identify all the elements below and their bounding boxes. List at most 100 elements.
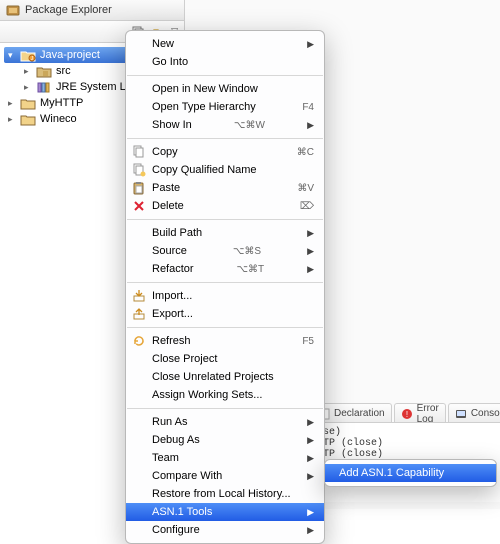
menu-item-label: Close Project — [152, 353, 217, 365]
package-explorer-icon — [6, 4, 20, 16]
submenu-arrow-icon: ▶ — [295, 507, 314, 518]
twisty-closed-icon[interactable]: ▸ — [24, 82, 34, 93]
menu-item-copy[interactable]: Copy⌘C — [126, 143, 324, 161]
tree-item-label: MyHTTP — [40, 97, 83, 109]
submenu-arrow-icon: ▶ — [295, 228, 314, 239]
menu-item-shortcut: F4 — [290, 102, 314, 113]
menu-item-shortcut: ⌦ — [288, 201, 314, 212]
submenu-item-add-asn-1-capability[interactable]: Add ASN.1 Capability — [325, 464, 496, 482]
tree-item-label: src — [56, 65, 71, 77]
tab-label: Conso — [471, 408, 500, 419]
menu-item-shortcut: ⌥⌘T — [225, 264, 265, 275]
console-icon — [455, 408, 467, 420]
delete-icon — [132, 199, 146, 213]
menu-item-show-in[interactable]: Show In⌥⌘W▶ — [126, 116, 324, 134]
tab-label: Declaration — [334, 408, 385, 419]
menu-item-shortcut: ⌥⌘W — [222, 120, 265, 131]
menu-item-asn-1-tools[interactable]: ASN.1 Tools ▶ — [126, 503, 324, 521]
menu-item-label: Refactor — [152, 263, 194, 275]
twisty-closed-icon[interactable]: ▸ — [8, 98, 18, 109]
menu-separator — [127, 138, 323, 139]
menu-item-paste[interactable]: Paste⌘V — [126, 179, 324, 197]
menu-item-delete[interactable]: Delete ⌦ — [126, 197, 324, 215]
menu-item-debug-as[interactable]: Debug As▶ — [126, 431, 324, 449]
menu-item-label: Go Into — [152, 56, 188, 68]
menu-item-open-in-new-window[interactable]: Open in New Window — [126, 80, 324, 98]
menu-item-close-project[interactable]: Close Project — [126, 350, 324, 368]
menu-item-label: Assign Working Sets... — [152, 389, 262, 401]
menu-separator — [127, 408, 323, 409]
submenu-arrow-icon: ▶ — [295, 39, 314, 50]
submenu-arrow-icon: ▶ — [295, 471, 314, 482]
menu-item-shortcut: F5 — [290, 336, 314, 347]
twisty-closed-icon[interactable]: ▸ — [8, 114, 18, 125]
menu-item-shortcut: ⌘V — [285, 183, 314, 194]
menu-item-new[interactable]: New ▶ — [126, 35, 324, 53]
submenu-arrow-icon: ▶ — [295, 525, 314, 536]
menu-item-refactor[interactable]: Refactor⌥⌘T▶ — [126, 260, 324, 278]
twisty-open-icon[interactable]: ▾ — [8, 50, 18, 61]
menu-item-label: Import... — [152, 290, 192, 302]
submenu-arrow-icon: ▶ — [295, 246, 314, 257]
menu-item-label: Close Unrelated Projects — [152, 371, 274, 383]
copy-icon — [132, 145, 146, 159]
submenu-arrow-icon: ▶ — [295, 417, 314, 428]
menu-item-run-as[interactable]: Run As ▶ — [126, 413, 324, 431]
tree-item-label: Java-project — [40, 49, 100, 61]
menu-item-import[interactable]: Import... — [126, 287, 324, 305]
twisty-closed-icon[interactable]: ▸ — [24, 66, 34, 77]
paste-icon — [132, 181, 146, 195]
menu-item-label: Open in New Window — [152, 83, 258, 95]
menu-item-label: Refresh — [152, 335, 191, 347]
menu-item-shortcut: ⌘C — [285, 147, 314, 158]
menu-item-team[interactable]: Team ▶ — [126, 449, 324, 467]
menu-item-configure[interactable]: Configure ▶ — [126, 521, 324, 539]
library-icon — [36, 80, 52, 94]
menu-item-label: Run As — [152, 416, 187, 428]
submenu-item-label: Add ASN.1 Capability — [339, 467, 444, 479]
menu-item-label: Export... — [152, 308, 193, 320]
submenu-arrow-icon: ▶ — [295, 453, 314, 464]
menu-item-label: Compare With — [152, 470, 222, 482]
menu-item-go-into[interactable]: Go Into — [126, 53, 324, 71]
menu-item-open-type-hierarchy[interactable]: Open Type HierarchyF4 — [126, 98, 324, 116]
menu-item-label: New — [152, 38, 174, 50]
tree-item-label: JRE System Lib — [56, 81, 134, 93]
package-explorer-titlebar: Package Explorer — [0, 0, 184, 21]
menu-item-export[interactable]: Export... — [126, 305, 324, 323]
copy-q-icon — [132, 163, 146, 177]
menu-separator — [127, 282, 323, 283]
view-title: Package Explorer — [25, 4, 112, 16]
menu-item-label: Configure — [152, 524, 200, 536]
menu-item-label: Team — [152, 452, 179, 464]
menu-item-restore-from-local-history[interactable]: Restore from Local History... — [126, 485, 324, 503]
folder-src-icon — [36, 64, 52, 78]
menu-item-label: Copy Qualified Name — [152, 164, 257, 176]
context-menu: New ▶ Go Into Open in New Window Open Type H… — [125, 30, 325, 544]
export-icon — [132, 307, 146, 321]
menu-item-build-path[interactable]: Build Path ▶ — [126, 224, 324, 242]
menu-item-label: Build Path — [152, 227, 202, 239]
menu-item-compare-with[interactable]: Compare With ▶ — [126, 467, 324, 485]
console-line: ose) — [317, 427, 494, 438]
menu-item-assign-working-sets[interactable]: Assign Working Sets... — [126, 386, 324, 404]
menu-item-copy-qualified-name[interactable]: Copy Qualified Name — [126, 161, 324, 179]
tab-error-log[interactable]: !Error Log — [394, 403, 446, 423]
menu-item-label: ASN.1 Tools — [152, 506, 212, 518]
folder-java-icon: J — [20, 48, 36, 62]
svg-text:!: ! — [405, 410, 407, 419]
menu-item-label: Delete — [152, 200, 184, 212]
menu-item-shortcut: ⌥⌘S — [221, 246, 261, 257]
menu-item-close-unrelated-projects[interactable]: Close Unrelated Projects — [126, 368, 324, 386]
tab-conso[interactable]: Conso — [448, 403, 500, 423]
menu-separator — [127, 75, 323, 76]
menu-item-label: Show In — [152, 119, 192, 131]
refresh-icon — [132, 334, 146, 348]
console-line: TTP (close) — [317, 438, 494, 449]
menu-item-refresh[interactable]: Refresh F5 — [126, 332, 324, 350]
menu-separator — [127, 219, 323, 220]
menu-separator — [127, 327, 323, 328]
menu-item-label: Debug As — [152, 434, 200, 446]
folder-icon — [20, 96, 36, 110]
menu-item-source[interactable]: Source⌥⌘S▶ — [126, 242, 324, 260]
